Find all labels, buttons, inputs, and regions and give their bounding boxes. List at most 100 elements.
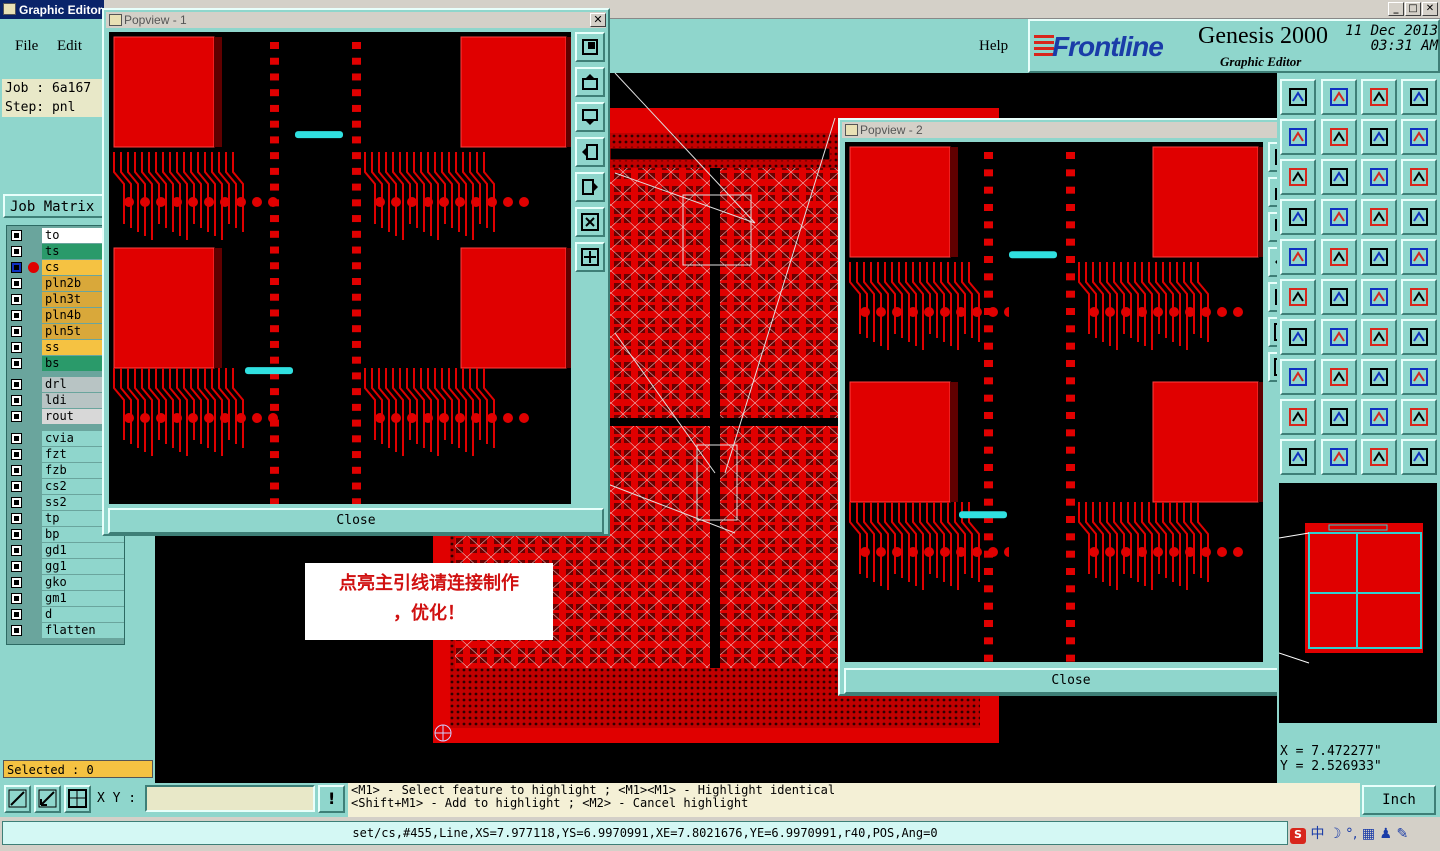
minimize-button[interactable]: _: [1388, 2, 1404, 16]
layer-row-flatten[interactable]: flatten: [9, 623, 124, 638]
measure-pad-icon[interactable]: [1361, 199, 1397, 235]
moon-icon[interactable]: ☽: [1329, 826, 1342, 842]
layer-checkbox[interactable]: [11, 411, 22, 422]
layer-checkbox[interactable]: [11, 433, 22, 444]
ime-chinese-label[interactable]: 中: [1310, 826, 1324, 842]
house-icon[interactable]: [1361, 79, 1397, 115]
select-alt-icon[interactable]: [1361, 439, 1397, 475]
move-icon[interactable]: [1321, 119, 1357, 155]
xy-input[interactable]: [145, 785, 315, 812]
pan-up-icon[interactable]: [575, 67, 605, 97]
triangle-b-icon[interactable]: [1361, 399, 1397, 435]
zoom-center-icon[interactable]: [1280, 159, 1316, 195]
layer-checkbox[interactable]: [11, 609, 22, 620]
select-icon[interactable]: [1321, 439, 1357, 475]
pointer-icon[interactable]: [1280, 439, 1316, 475]
layer-checkbox[interactable]: [11, 449, 22, 460]
route-icon[interactable]: [1401, 439, 1437, 475]
layer-checkbox[interactable]: [11, 529, 22, 540]
pan-right-icon[interactable]: [575, 172, 605, 202]
layer-checkbox[interactable]: [11, 294, 22, 305]
layer-row-d[interactable]: d: [9, 607, 124, 622]
layer-row-gko[interactable]: gko: [9, 575, 124, 590]
pan-icon[interactable]: [1280, 119, 1316, 155]
zoom-out-icon[interactable]: [575, 207, 605, 237]
line-icon[interactable]: [1321, 319, 1357, 355]
layer-checkbox[interactable]: [11, 230, 22, 241]
help-icon[interactable]: [1401, 159, 1437, 195]
pan-left-icon[interactable]: [575, 137, 605, 167]
layer-checkbox[interactable]: [11, 481, 22, 492]
popview-2-close-button[interactable]: Close: [844, 668, 1298, 694]
layer-checkbox[interactable]: [11, 625, 22, 636]
menu-file[interactable]: File: [15, 38, 38, 55]
layer-name[interactable]: gm1: [42, 591, 124, 606]
keyboard-icon[interactable]: ▦: [1362, 826, 1375, 842]
layer-checkbox[interactable]: [11, 278, 22, 289]
grid-icon[interactable]: [64, 785, 91, 813]
layer-name[interactable]: gko: [42, 575, 124, 590]
menu-help[interactable]: Help: [979, 38, 1008, 55]
point-icon[interactable]: [1280, 359, 1316, 395]
text-icon[interactable]: [1401, 319, 1437, 355]
layer-checkbox[interactable]: [11, 326, 22, 337]
arc-icon[interactable]: [1361, 319, 1397, 355]
layer-name[interactable]: d: [42, 607, 124, 622]
pan-down-icon[interactable]: [575, 102, 605, 132]
pin-icon[interactable]: [1280, 279, 1316, 315]
select-edge-icon[interactable]: [1280, 239, 1316, 275]
units-button[interactable]: Inch: [1362, 785, 1436, 815]
layer-checkbox[interactable]: [11, 342, 22, 353]
punct-icon[interactable]: °,: [1346, 826, 1357, 842]
layer-checkbox[interactable]: [11, 513, 22, 524]
layer-row-gg1[interactable]: gg1: [9, 559, 124, 574]
alert-icon[interactable]: !: [318, 785, 345, 813]
layer-copy-icon[interactable]: [1321, 199, 1357, 235]
zoom-window-icon[interactable]: [1321, 159, 1357, 195]
layer-checkbox[interactable]: [11, 561, 22, 572]
home-view-icon[interactable]: [1280, 79, 1316, 115]
scale-icon[interactable]: [1361, 159, 1397, 195]
layer-checkbox[interactable]: [11, 593, 22, 604]
layer-name[interactable]: flatten: [42, 623, 124, 638]
draw-icon[interactable]: [1280, 319, 1316, 355]
popview-1-close-icon[interactable]: ✕: [590, 13, 606, 27]
zoom-in-icon[interactable]: [575, 242, 605, 272]
layer-row-gm1[interactable]: gm1: [9, 591, 124, 606]
maximize-button[interactable]: □: [1405, 2, 1421, 16]
layer-checkbox[interactable]: [11, 246, 22, 257]
layer-checkbox[interactable]: [11, 379, 22, 390]
layer-checkbox[interactable]: [11, 545, 22, 556]
split-view-icon[interactable]: [1401, 79, 1437, 115]
wrench-icon[interactable]: ✎: [1397, 826, 1409, 842]
cross-icon[interactable]: [1321, 279, 1357, 315]
pad-icon[interactable]: [1401, 239, 1437, 275]
connect-icon[interactable]: [1361, 279, 1397, 315]
panel-minimap[interactable]: [1278, 483, 1437, 723]
angle-icon[interactable]: [1280, 399, 1316, 435]
slash-icon[interactable]: [1401, 119, 1437, 155]
layer-checkbox[interactable]: [11, 358, 22, 369]
layer-name[interactable]: gd1: [42, 543, 124, 558]
polygon-icon[interactable]: [1321, 239, 1357, 275]
layer-checkbox[interactable]: [11, 577, 22, 588]
menu-edit[interactable]: Edit: [57, 38, 82, 55]
popview-2-canvas[interactable]: [845, 142, 1263, 662]
triangle-a-icon[interactable]: [1321, 399, 1357, 435]
layer-checkbox[interactable]: [11, 262, 22, 273]
layer-color-icon[interactable]: [1401, 199, 1437, 235]
grid-display-icon[interactable]: [1280, 199, 1316, 235]
window-close-button[interactable]: ✕: [1422, 2, 1438, 16]
user-icon[interactable]: ♟: [1380, 826, 1393, 842]
drill-icon[interactable]: [1401, 359, 1437, 395]
zoom-fit-icon[interactable]: [1321, 79, 1357, 115]
measure-icon[interactable]: [4, 785, 31, 813]
segment-icon[interactable]: [1321, 359, 1357, 395]
zoom-window-icon[interactable]: [575, 32, 605, 62]
layer-checkbox[interactable]: [11, 310, 22, 321]
rotate-icon[interactable]: [1361, 119, 1397, 155]
snap-icon[interactable]: [34, 785, 61, 813]
triangle-c-icon[interactable]: [1401, 399, 1437, 435]
dimension-icon[interactable]: [1361, 359, 1397, 395]
connect-alt-icon[interactable]: [1401, 279, 1437, 315]
